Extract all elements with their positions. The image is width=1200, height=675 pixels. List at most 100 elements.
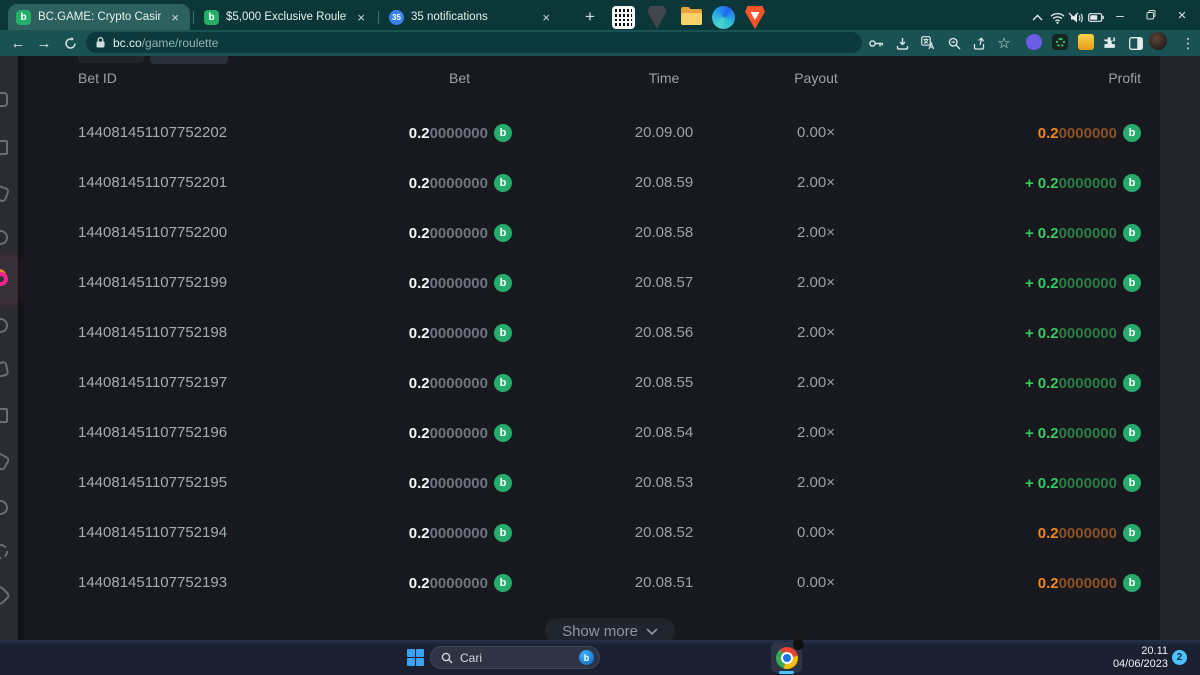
- lock-icon: [96, 37, 105, 48]
- bet-id-cell: 144081451107752199: [78, 258, 227, 308]
- table-header: Bet ID Bet Time Payout Profit: [0, 70, 1200, 100]
- sidebar-item-roulette-active[interactable]: [0, 258, 18, 302]
- bc-coin-icon: b: [494, 274, 512, 292]
- browser-tab-roulette-promo[interactable]: b $5,000 Exclusive Roulette Prestig ×: [196, 4, 376, 30]
- table-row[interactable]: 144081451107752201 0.20000000 b 20.08.59…: [0, 158, 1200, 208]
- windows-taskbar: [0, 640, 1200, 675]
- payout-cell: 2.00×: [716, 408, 916, 458]
- download-icon[interactable]: [892, 33, 912, 53]
- bet-history-rows: 144081451107752202 0.20000000 b 20.09.00…: [0, 108, 1200, 608]
- extensions-puzzle-icon[interactable]: [1100, 33, 1120, 53]
- table-row[interactable]: 144081451107752199 0.20000000 b 20.08.57…: [0, 258, 1200, 308]
- table-row[interactable]: 144081451107752197 0.20000000 b 20.08.55…: [0, 358, 1200, 408]
- sidebar-icon[interactable]: [0, 544, 8, 559]
- roulette-icon: [0, 270, 10, 287]
- tab-separator: [193, 11, 194, 24]
- browser-tab-notifications[interactable]: 35 35 notifications ×: [381, 4, 561, 30]
- extension-icon-gold[interactable]: [1078, 34, 1094, 50]
- bookmark-star-icon[interactable]: ☆: [994, 33, 1014, 53]
- taskbar-search[interactable]: Cari b: [430, 646, 600, 669]
- side-panel-icon[interactable]: [1126, 33, 1146, 53]
- search-icon: [441, 652, 453, 664]
- forward-button[interactable]: →: [34, 33, 54, 53]
- sidebar-icon[interactable]: [0, 408, 8, 423]
- bet-amount-cell: 0.20000000 b: [260, 258, 512, 308]
- sidebar-icon[interactable]: [0, 585, 11, 606]
- tab-close-icon[interactable]: ×: [354, 10, 368, 25]
- bc-coin-icon: b: [494, 574, 512, 592]
- brave-browser-icon[interactable]: [740, 0, 770, 35]
- profit-cell: +0.20000000 b: [889, 308, 1141, 358]
- payout-cell: 0.00×: [716, 558, 916, 608]
- wifi-icon[interactable]: [1050, 0, 1065, 35]
- reload-button[interactable]: [60, 33, 80, 53]
- notification-count-badge[interactable]: 2: [1172, 650, 1187, 665]
- payout-cell: 0.00×: [716, 108, 916, 158]
- cutoff-tab-button-active[interactable]: [150, 56, 228, 64]
- minimize-button[interactable]: –: [1105, 0, 1135, 30]
- share-icon[interactable]: [970, 33, 990, 53]
- edge-browser-icon[interactable]: [708, 0, 738, 35]
- sidebar-icon[interactable]: [0, 500, 8, 515]
- table-row[interactable]: 144081451107752202 0.20000000 b 20.09.00…: [0, 108, 1200, 158]
- file-explorer-icon[interactable]: [676, 0, 706, 35]
- sidebar-icon[interactable]: [0, 318, 8, 333]
- table-row[interactable]: 144081451107752195 0.20000000 b 20.08.53…: [0, 458, 1200, 508]
- chrome-browser-icon-active[interactable]: [771, 642, 802, 673]
- table-row[interactable]: 144081451107752196 0.20000000 b 20.08.54…: [0, 408, 1200, 458]
- payout-cell: 0.00×: [716, 508, 916, 558]
- sidebar-icon[interactable]: [0, 230, 8, 245]
- sidebar-icon[interactable]: [0, 92, 8, 107]
- tab-title: 35 notifications: [411, 11, 532, 23]
- url-text: bc.co/game/roulette: [113, 36, 218, 50]
- table-row[interactable]: 144081451107752198 0.20000000 b 20.08.56…: [0, 308, 1200, 358]
- extension-icon-purple[interactable]: [1026, 34, 1042, 50]
- bet-amount-cell: 0.20000000 b: [260, 358, 512, 408]
- zoom-icon[interactable]: [944, 33, 964, 53]
- bet-amount-cell: 0.20000000 b: [260, 208, 512, 258]
- profit-cell: +0.20000000 b: [889, 208, 1141, 258]
- address-bar[interactable]: bc.co/game/roulette: [86, 32, 862, 53]
- close-window-button[interactable]: ×: [1167, 0, 1197, 30]
- bet-id-cell: 144081451107752197: [78, 358, 227, 408]
- tab-close-icon[interactable]: ×: [539, 10, 553, 25]
- password-key-icon[interactable]: [866, 33, 886, 53]
- browser-menu-icon[interactable]: ⋮: [1178, 33, 1198, 53]
- search-label: Cari: [460, 651, 572, 665]
- profit-cell: 0.20000000 b: [889, 558, 1141, 608]
- new-tab-button[interactable]: +: [578, 5, 602, 29]
- bc-coin-icon: b: [1123, 574, 1141, 592]
- taskbar-clock[interactable]: 20.11 04/06/2023: [1098, 645, 1168, 671]
- back-button[interactable]: ←: [8, 33, 28, 53]
- table-row[interactable]: 144081451107752194 0.20000000 b 20.08.52…: [0, 508, 1200, 558]
- bet-id-cell: 144081451107752195: [78, 458, 227, 508]
- volume-icon[interactable]: [1070, 0, 1084, 35]
- bet-amount-cell: 0.20000000 b: [260, 558, 512, 608]
- tray-chevron-up-icon[interactable]: [1032, 0, 1043, 35]
- taskbar-app-shield[interactable]: [642, 0, 672, 35]
- bet-amount-cell: 0.20000000 b: [260, 108, 512, 158]
- table-row[interactable]: 144081451107752200 0.20000000 b 20.08.58…: [0, 208, 1200, 258]
- tab-close-icon[interactable]: ×: [168, 10, 182, 25]
- sidebar-icon[interactable]: [0, 361, 9, 379]
- table-row[interactable]: 144081451107752193 0.20000000 b 20.08.51…: [0, 558, 1200, 608]
- header-bet-id: Bet ID: [78, 70, 117, 86]
- sidebar-icon[interactable]: [0, 140, 8, 155]
- translate-icon[interactable]: [918, 33, 938, 53]
- maximize-button[interactable]: [1136, 0, 1166, 30]
- bc-coin-icon: b: [1123, 124, 1141, 142]
- clock-date: 04/06/2023: [1098, 658, 1168, 671]
- sidebar-icon[interactable]: [0, 451, 11, 471]
- extension-icon-gear[interactable]: [1052, 34, 1068, 50]
- cutoff-tab-button[interactable]: [78, 56, 144, 63]
- bc-coin-icon: b: [494, 124, 512, 142]
- browser-titlebar: b BC.GAME: Crypto Casino Games × b $5,00…: [0, 0, 1200, 30]
- payout-cell: 2.00×: [716, 258, 916, 308]
- profile-avatar[interactable]: [1149, 32, 1167, 50]
- sidebar-icon[interactable]: [0, 184, 10, 203]
- profit-cell: +0.20000000 b: [889, 408, 1141, 458]
- taskbar-app-pattern[interactable]: [608, 0, 638, 35]
- browser-tab-bcgame[interactable]: b BC.GAME: Crypto Casino Games ×: [8, 4, 190, 30]
- battery-icon[interactable]: [1088, 0, 1104, 35]
- start-button[interactable]: [398, 640, 432, 675]
